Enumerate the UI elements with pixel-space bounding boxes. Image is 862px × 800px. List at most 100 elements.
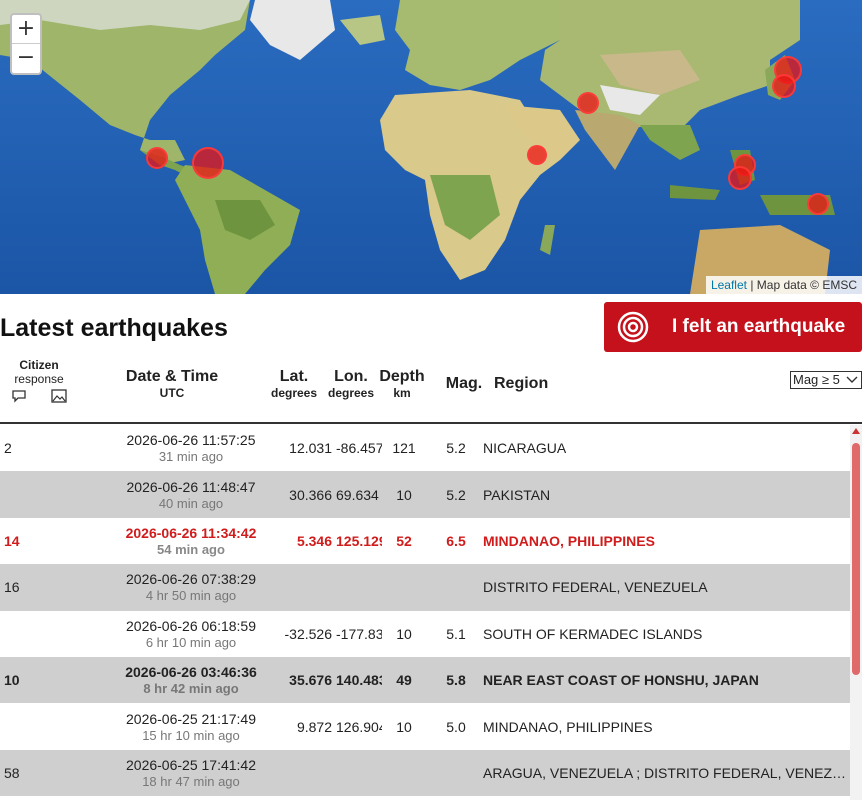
table-row[interactable]: 2026-06-26 06:18:59 6 hr 10 min ago -32.5… [0,611,850,657]
event-mag [440,564,472,610]
zoom-controls: + − [10,13,42,75]
event-ago: 6 hr 10 min ago [145,634,237,650]
leaflet-link[interactable]: Leaflet [711,278,747,292]
event-region: DISTRITO FEDERAL, VENEZUELA [483,579,708,596]
header-lat: Lat. degrees [266,368,322,400]
header-lat-label: Lat. [279,368,309,385]
event-depth [388,750,420,796]
quake-marker-honshu-2[interactable] [772,74,796,98]
event-ago: 4 hr 50 min ago [145,588,237,604]
table-row[interactable]: 2 2026-06-26 11:57:25 31 min ago 12.031 -… [0,425,850,471]
map-attribution: Leaflet | Map data © EMSC [705,276,862,294]
event-datetime: 2026-06-26 07:38:29 [126,571,256,588]
quake-marker-mindanao-2[interactable] [728,166,752,190]
magnitude-filter-value: Mag ≥ 5 [793,372,840,387]
scroll-up-arrow-icon[interactable] [852,428,860,434]
quake-marker-ethiopia[interactable] [527,145,547,165]
quake-marker-papua[interactable] [807,193,829,215]
table-row[interactable]: 10 2026-06-26 03:46:36 8 hr 42 min ago 35… [0,656,850,704]
earthquake-map[interactable]: + − Leaflet | Map data © EMSC [0,0,862,294]
attribution-text: | Map data © EMSC [750,278,857,292]
citizen-response-count: 14 [4,532,20,549]
comment-icon [12,390,26,403]
event-lat [268,750,332,796]
event-lon: 140.483 [336,672,382,689]
table-row[interactable]: 14 2026-06-26 11:34:42 54 min ago 5.346 1… [0,518,850,564]
event-mag: 5.1 [446,625,466,642]
event-region: PAKISTAN [483,486,551,503]
zoom-in-button[interactable]: + [12,15,40,44]
event-depth: 10 [396,718,412,735]
event-region: NICARAGUA [483,440,567,457]
event-ago: 54 min ago [157,541,225,557]
header-citizen-line1: Citizen [19,358,59,372]
table-header: Citizen response Date & Time UTC Lat. de… [0,356,862,424]
header-region: Region [494,375,548,393]
world-map-background [0,0,862,294]
header-utc-label: UTC [159,386,185,400]
event-ago: 40 min ago [158,495,224,511]
event-lat [268,564,332,610]
quake-marker-nicaragua[interactable] [146,147,168,169]
event-datetime: 2026-06-26 11:57:25 [126,432,256,449]
event-lon [336,564,382,610]
event-depth: 10 [396,486,412,503]
table-row[interactable]: 2026-06-26 11:48:47 40 min ago 30.366 69.… [0,471,850,518]
felt-icon [616,310,650,344]
event-datetime: 2026-06-25 17:41:42 [126,756,256,773]
event-depth: 121 [392,440,416,457]
event-region: ARAGUA, VENEZUELA ; DISTRITO FEDERAL, VE… [483,764,847,781]
event-ago: 31 min ago [158,449,224,465]
header-mag: Mag. [443,375,485,393]
quake-marker-venezuela[interactable] [192,147,224,179]
event-datetime: 2026-06-26 11:48:47 [126,478,256,495]
header-region-label: Region [494,375,549,392]
header-lon-unit: degrees [327,386,375,400]
header-datetime-label: Date & Time [125,368,219,385]
quake-marker-pakistan[interactable] [577,92,599,114]
scrollbar-thumb[interactable] [852,443,860,675]
event-lat: 12.031 [289,440,332,457]
event-depth: 52 [396,532,412,549]
event-lat: 5.346 [296,532,332,549]
header-lon-label: Lon. [334,368,368,385]
table-row[interactable]: 2026-06-25 21:17:49 15 hr 10 min ago 9.87… [0,703,850,749]
event-lat: -32.526 [284,625,332,642]
event-mag: 5.0 [446,718,466,735]
event-lat: 35.676 [289,672,332,689]
event-region: MINDANAO, PHILIPPINES [483,532,655,549]
page-title: Latest earthquakes [0,314,228,342]
table-row[interactable]: 16 2026-06-26 07:38:29 4 hr 50 min ago DI… [0,564,850,611]
event-depth: 49 [396,672,412,689]
event-lon: 126.904 [336,718,382,735]
event-datetime: 2026-06-26 03:46:36 [125,664,257,681]
header-depth-unit: km [393,386,411,400]
table-row[interactable]: 58 2026-06-25 17:41:42 18 hr 47 min ago A… [0,749,850,797]
event-depth: 10 [396,625,412,642]
header-datetime: Date & Time UTC [112,368,232,400]
chevron-down-icon [846,376,858,383]
event-lon: -86.457 [336,440,382,457]
header-citizen-response: Citizen response [8,358,70,403]
zoom-out-button[interactable]: − [12,44,40,73]
event-ago: 15 hr 10 min ago [142,727,240,743]
event-mag [440,750,472,796]
felt-button-label: I felt an earthquake [672,316,846,337]
citizen-response-count: 58 [4,764,20,781]
event-depth [388,564,420,610]
event-datetime: 2026-06-26 06:18:59 [126,617,256,634]
event-mag: 5.8 [446,672,466,689]
event-datetime: 2026-06-26 11:34:42 [125,524,257,541]
event-lon [336,750,382,796]
header-lat-unit: degrees [270,386,318,400]
citizen-response-count: 16 [4,579,20,596]
magnitude-filter-select[interactable]: Mag ≥ 5 [790,371,862,389]
header-depth: Depth km [378,368,426,400]
picture-icon [51,389,67,403]
header-depth-label: Depth [379,368,425,385]
event-lat: 30.366 [289,486,332,503]
felt-earthquake-button[interactable]: I felt an earthquake [604,302,862,352]
event-datetime: 2026-06-25 21:17:49 [126,710,256,727]
header-lon: Lon. degrees [324,368,378,400]
event-lon: 69.634 [336,486,379,503]
